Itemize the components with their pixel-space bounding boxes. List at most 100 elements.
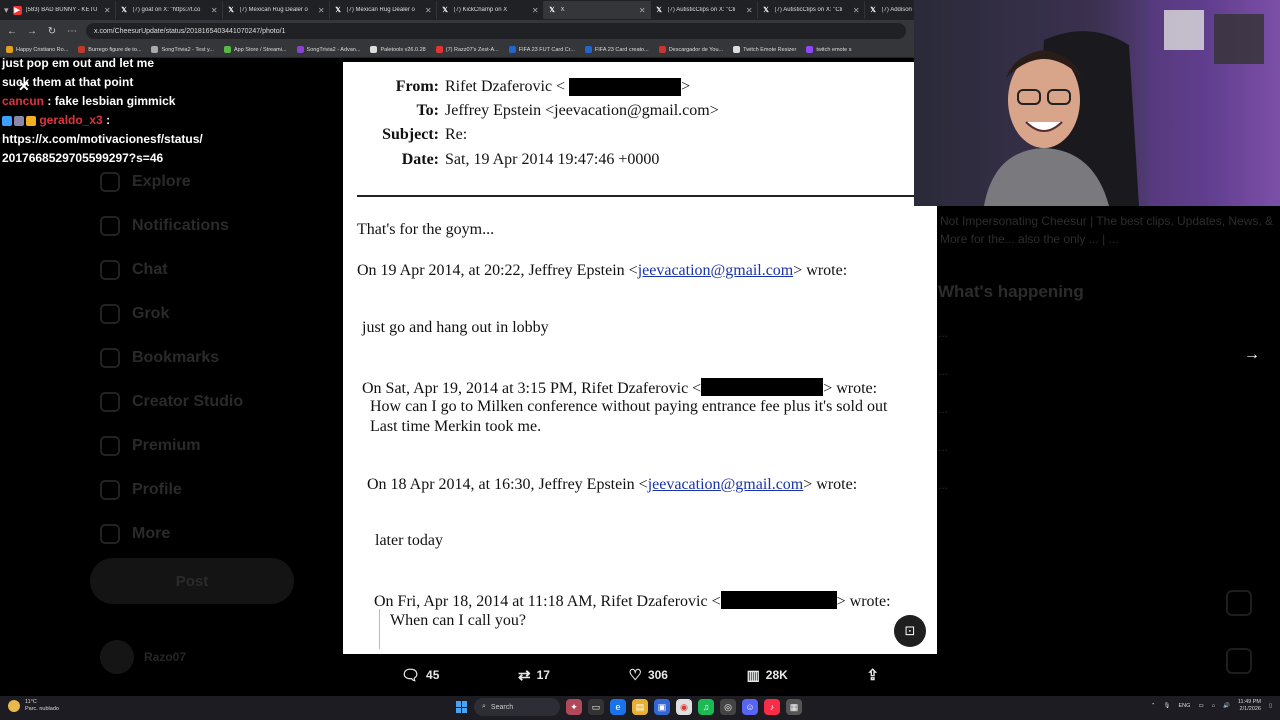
browser-tab[interactable]: 𝕏 (7) AutisticClips on X: "Cli ✕ [651, 1, 758, 19]
language-indicator[interactable]: ENG [1179, 703, 1191, 709]
chat-text: : [106, 113, 111, 127]
site-info-icon[interactable]: ⋯ [66, 26, 78, 37]
network-icon[interactable]: ⌂ [1212, 703, 1215, 709]
tab-close-icon[interactable]: ✕ [425, 6, 432, 15]
notifications-icon [100, 216, 120, 236]
bookmark-label: Burrego figure de to... [88, 46, 142, 53]
tab-close-icon[interactable]: ✕ [104, 6, 111, 15]
date-row: Date: Sat, 19 Apr 2014 19:47:46 +0000 [343, 151, 660, 169]
chat-username[interactable]: geraldo_x3 [39, 113, 102, 127]
bookmark-favicon-icon [806, 46, 814, 53]
views-button[interactable]: ▥ 28K [747, 667, 788, 684]
sidebar-item-chat[interactable]: Chat [100, 248, 330, 292]
trend-row[interactable]: ... [938, 364, 1280, 378]
sidebar-item-premium[interactable]: Premium [100, 424, 330, 468]
post-button[interactable]: Post [90, 558, 294, 604]
bookmark-item[interactable]: (7) Razz07's Zest-A... [435, 46, 499, 53]
trend-row[interactable]: ... [938, 402, 1280, 416]
reply-button[interactable]: 🗨 45 [401, 666, 439, 684]
tab-close-icon[interactable]: ✕ [853, 6, 860, 15]
app-icon[interactable]: ▦ [786, 699, 802, 715]
tab-close-icon[interactable]: ✕ [639, 6, 646, 15]
repost-button[interactable]: ⇄ 17 [518, 666, 550, 684]
bookmark-item[interactable]: twitch emote s [806, 46, 851, 53]
back-icon[interactable]: ← [6, 26, 18, 37]
tab-close-icon[interactable]: ✕ [211, 6, 218, 15]
bookmark-item[interactable]: Paletools v26.0.28 [370, 46, 426, 53]
spotify-icon[interactable]: ♫ [698, 699, 714, 715]
edge-icon[interactable]: e [610, 699, 626, 715]
task-view-icon[interactable]: ▭ [588, 699, 604, 715]
bookmark-item[interactable]: SongTrivia2 - Advan... [296, 46, 360, 53]
taskbar-search[interactable]: ⌕ Search [474, 698, 560, 716]
messages-icon[interactable] [1226, 648, 1252, 674]
bookmark-item[interactable]: FIFA 23 Card creato... [584, 46, 649, 53]
close-icon[interactable]: ✕ [18, 78, 30, 95]
share-button[interactable]: ⇪ [866, 666, 879, 684]
bookmark-item[interactable]: Burrego figure de to... [78, 46, 141, 53]
chat-icon [100, 260, 120, 280]
browser-tab[interactable]: 𝕏 (7) goat on X: "https://t.co ✕ [116, 1, 223, 19]
trend-row[interactable]: ... [938, 478, 1280, 492]
browser-tab[interactable]: 𝕏 X ✕ [543, 1, 651, 19]
browser-tab[interactable]: 𝕏 (7) KickChamp on X ✕ [437, 1, 544, 19]
grok-icon[interactable] [1226, 590, 1252, 616]
image-lookup-icon[interactable]: ⊡ [894, 615, 926, 647]
widget-icon[interactable]: ✦ [566, 699, 582, 715]
tab-close-icon[interactable]: ✕ [746, 6, 753, 15]
bookmark-item[interactable]: SongTrivia2 - Test y... [151, 46, 214, 53]
trend-row[interactable]: ... [938, 326, 1280, 340]
tab-close-icon[interactable]: ✕ [318, 6, 325, 15]
sidebar-item-profile[interactable]: Profile [100, 468, 330, 512]
url-field[interactable]: x.com/CheesurUpdate/status/2018165403441… [86, 23, 906, 39]
trend-row[interactable]: ... [938, 440, 1280, 454]
tweet-action-bar: 🗨 45 ⇄ 17 ♡ 306 ▥ 28K ⇪ [343, 660, 937, 690]
bookmark-item[interactable]: FIFA 23 FUT Card Cr... [508, 46, 575, 53]
account-switcher[interactable]: Razo07 [100, 640, 186, 674]
tray-chevron-icon[interactable]: ⌃ [1151, 703, 1156, 709]
bookmark-item[interactable]: Happy Cristiano Ro... [6, 46, 68, 53]
file-explorer-icon[interactable]: ▤ [632, 699, 648, 715]
weather-widget[interactable]: 11°C Parc. nublado [8, 699, 59, 713]
chat-text: just pop em out and let me [2, 56, 155, 70]
browser-tab[interactable]: 𝕏 (7) AutisticClips on X: "Cli ✕ [758, 1, 865, 19]
volume-icon[interactable]: 🔊 [1223, 703, 1230, 709]
sidebar-item-label: Notifications [132, 217, 229, 234]
chrome-profile-icon[interactable]: ◎ [720, 699, 736, 715]
mic-icon[interactable]: 🎙 [1164, 703, 1171, 709]
forward-icon[interactable]: → [26, 26, 38, 37]
next-photo-arrow-icon[interactable]: → [1244, 346, 1260, 364]
bookmark-item[interactable]: App Store / Streami... [223, 46, 287, 53]
music-icon[interactable]: ♪ [764, 699, 780, 715]
bookmark-item[interactable]: Twitch Emote Resizer [733, 46, 796, 53]
bookmark-label: (7) Razz07's Zest-A... [445, 46, 499, 53]
sidebar-item-notifications[interactable]: Notifications [100, 204, 330, 248]
reload-icon[interactable]: ↻ [46, 26, 58, 37]
windows-start-icon[interactable] [456, 701, 468, 713]
bookmark-label: FIFA 23 Card creato... [594, 46, 649, 53]
browser-tab[interactable]: 𝕏 (7) Mexican Rug Dealer o ✕ [330, 1, 437, 19]
browser-tab[interactable]: 𝕏 (7) Mexican Rug Dealer o ✕ [223, 1, 330, 19]
sidebar-item-creator-studio[interactable]: Creator Studio [100, 380, 330, 424]
sidebar-item-label: Premium [132, 437, 201, 454]
sidebar-item-more[interactable]: More [100, 512, 330, 556]
sidebar-item-label: More [132, 525, 171, 542]
chrome-icon[interactable]: ◉ [676, 699, 692, 715]
notifications-icon[interactable]: ▯ [1269, 703, 1272, 709]
chat-message: geraldo_x3 : [2, 111, 332, 130]
tab-close-icon[interactable]: ✕ [532, 6, 539, 15]
like-button[interactable]: ♡ 306 [629, 666, 668, 684]
quote-header: On 18 Apr 2014, at 16:30, Jeffrey Epstei… [367, 476, 858, 493]
sidebar-item-bookmarks[interactable]: Bookmarks [100, 336, 330, 380]
sidebar-item-grok[interactable]: Grok [100, 292, 330, 336]
chat-username[interactable]: cancun [2, 94, 44, 108]
browser-tab[interactable]: ▶ (583) BAD BUNNY - KETU ✕ [9, 1, 116, 19]
bookmark-item[interactable]: Descargador de You... [658, 46, 723, 53]
store-icon[interactable]: ▣ [654, 699, 670, 715]
display-icon[interactable]: ▭ [1198, 703, 1203, 709]
from-value: Rifet Dzaferovic < [445, 78, 566, 95]
clock[interactable]: 11:49 PM 2/1/2026 [1238, 699, 1261, 713]
email-link[interactable]: jeevacation@gmail.com [638, 262, 794, 279]
email-link[interactable]: jeevacation@gmail.com [648, 476, 804, 493]
discord-icon[interactable]: ☺ [742, 699, 758, 715]
